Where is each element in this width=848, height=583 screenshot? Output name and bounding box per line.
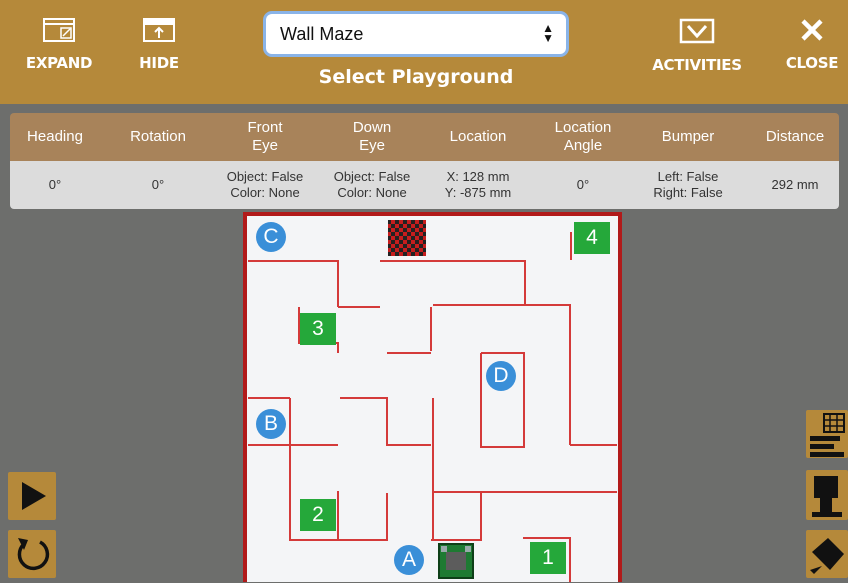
top-toolbar: EXPAND HIDE Wall Maze ▲ ▼ Select Playgrou… [0,0,848,104]
marker-c: C [256,222,286,252]
value-location-angle: 0° [576,177,590,192]
number-box-1: 1 [530,542,566,574]
sensor-table-values: 0° 0° Object: False Color: None Object: … [10,161,839,209]
activities-label: ACTIVITIES [652,56,742,74]
close-button[interactable]: CLOSE [772,18,848,72]
hide-button[interactable]: HIDE [114,18,204,72]
reset-button[interactable] [8,530,56,578]
header-front-eye: Front Eye [247,119,283,154]
header-location: Location [449,128,507,145]
robot-view-icon [812,476,842,517]
checkered-goal [388,220,426,256]
value-heading: 0° [48,177,62,192]
activities-button[interactable]: ACTIVITIES [650,18,744,74]
marker-d: D [486,361,516,391]
close-x-icon [801,19,823,41]
playground-select[interactable]: Wall Maze ▲ ▼ [266,14,566,54]
sensor-grid-button[interactable] [806,410,848,458]
activities-check-icon [679,18,715,44]
value-location: X: 128 mm Y: -875 mm [444,169,512,200]
hide-window-icon [143,18,175,42]
value-down-eye: Object: False Color: None [333,169,411,200]
expand-button[interactable]: EXPAND [14,18,104,72]
robot [438,543,474,579]
header-bumper: Bumper [661,128,715,145]
play-icon [22,482,46,510]
header-rotation: Rotation [130,128,186,145]
hide-label: HIDE [139,54,179,72]
value-bumper: Left: False Right: False [653,169,723,200]
header-heading: Heading [27,128,83,145]
pen-icon [810,538,844,574]
expand-label: EXPAND [25,54,93,72]
marker-a: A [394,545,424,575]
sensor-grid-icon [810,413,845,457]
select-arrows-icon: ▲ ▼ [542,21,554,45]
select-playground-title: Select Playground [318,66,514,88]
expand-window-icon [43,18,75,42]
close-label: CLOSE [785,54,839,72]
header-down-eye: Down Eye [352,119,392,154]
reset-icon [17,538,50,571]
number-box-4: 4 [574,222,610,254]
number-box-3: 3 [300,313,336,345]
header-distance: Distance [765,128,825,145]
value-front-eye: Object: False Color: None [226,169,304,200]
number-box-2: 2 [300,499,336,531]
sensor-table-header: Heading Rotation Front Eye Down Eye Loca… [10,113,839,161]
robot-view-button[interactable] [806,470,848,520]
play-button[interactable] [8,472,56,520]
header-location-angle: Location Angle [554,119,612,154]
value-distance: 292 mm [771,177,819,192]
marker-b: B [256,409,286,439]
playground-select-value: Wall Maze [280,24,364,44]
value-rotation: 0° [151,177,165,192]
pen-button[interactable] [806,530,848,578]
